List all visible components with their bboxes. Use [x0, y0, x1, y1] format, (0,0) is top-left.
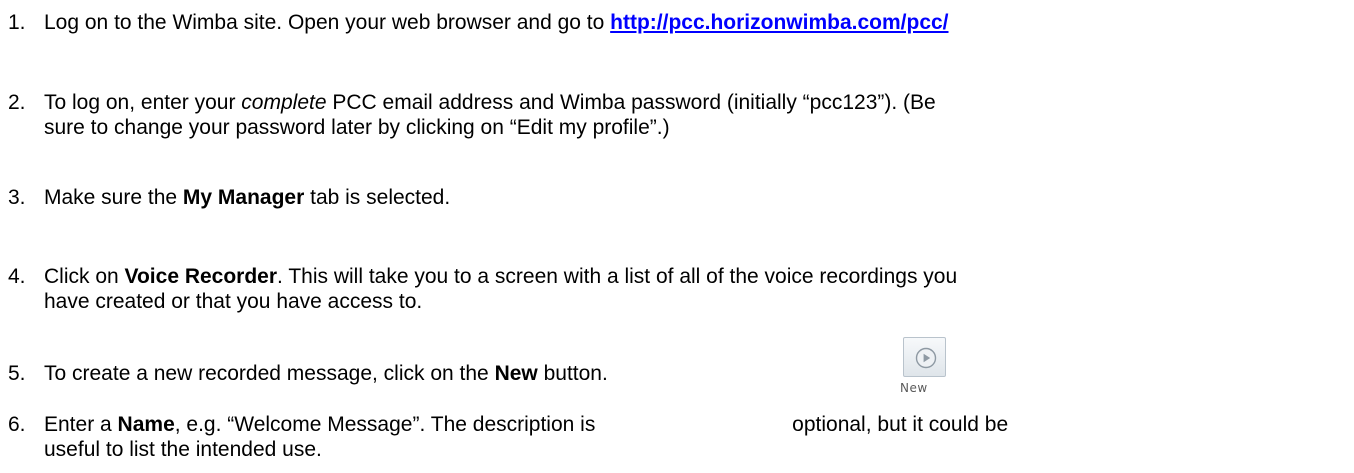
step-text: Enter a Name, e.g. “Welcome Message”. Th… — [44, 412, 1354, 462]
new-button[interactable]: New — [900, 337, 954, 399]
step-6-text-line-2: useful to list the intended use. — [44, 438, 322, 461]
my-manager-term: My Manager — [182, 186, 305, 209]
step-text: To create a new recorded message, click … — [44, 361, 1354, 386]
play-circle-icon — [915, 347, 937, 369]
step-3-text: Make sure the — [44, 186, 183, 209]
wimba-site-link[interactable]: http://pcc.horizonwimba.com/pcc/ — [610, 11, 948, 34]
step-4-text-continued: . This will take you to a screen with a … — [277, 265, 958, 288]
step-1-text: Log on to the Wimba site. Open your web … — [44, 11, 611, 34]
step-number: 4. — [8, 265, 26, 288]
step-5-text-continued: button. — [537, 362, 608, 385]
step-number: 3. — [8, 186, 26, 209]
step-number: 6. — [8, 413, 26, 436]
new-button-label: New — [900, 381, 928, 395]
step-3-text-continued: tab is selected. — [304, 186, 451, 209]
step-number: 2. — [8, 91, 26, 114]
step-2-text-continued: PCC email address and Wimba password (in… — [326, 91, 936, 114]
step-text: Make sure the My Manager tab is selected… — [44, 185, 1354, 210]
step-4-text-line-2: have created or that you have access to. — [44, 290, 423, 313]
complete-emphasis: complete — [241, 91, 327, 114]
step-4-text: Click on — [44, 265, 125, 288]
step-6-text-continued: , e.g. “Welcome Message”. The descriptio… — [174, 413, 602, 436]
step-2-text-line-2: sure to change your password later by cl… — [44, 116, 670, 139]
step-text: Click on Voice Recorder. This will take … — [44, 264, 1354, 314]
name-term: Name — [117, 413, 175, 436]
step-text: Log on to the Wimba site. Open your web … — [44, 10, 1354, 35]
step-text: To log on, enter your complete PCC email… — [44, 90, 1354, 140]
step-number: 5. — [8, 362, 26, 385]
new-button-tile[interactable] — [903, 337, 946, 377]
step-6-text: Enter a — [44, 413, 118, 436]
voice-recorder-term: Voice Recorder — [124, 265, 278, 288]
step-6-text-optional: optional, but it could be — [792, 413, 1009, 436]
new-term: New — [494, 362, 538, 385]
step-number: 1. — [8, 11, 26, 34]
step-5-text: To create a new recorded message, click … — [44, 362, 495, 385]
step-2-text: To log on, enter your — [44, 91, 242, 114]
